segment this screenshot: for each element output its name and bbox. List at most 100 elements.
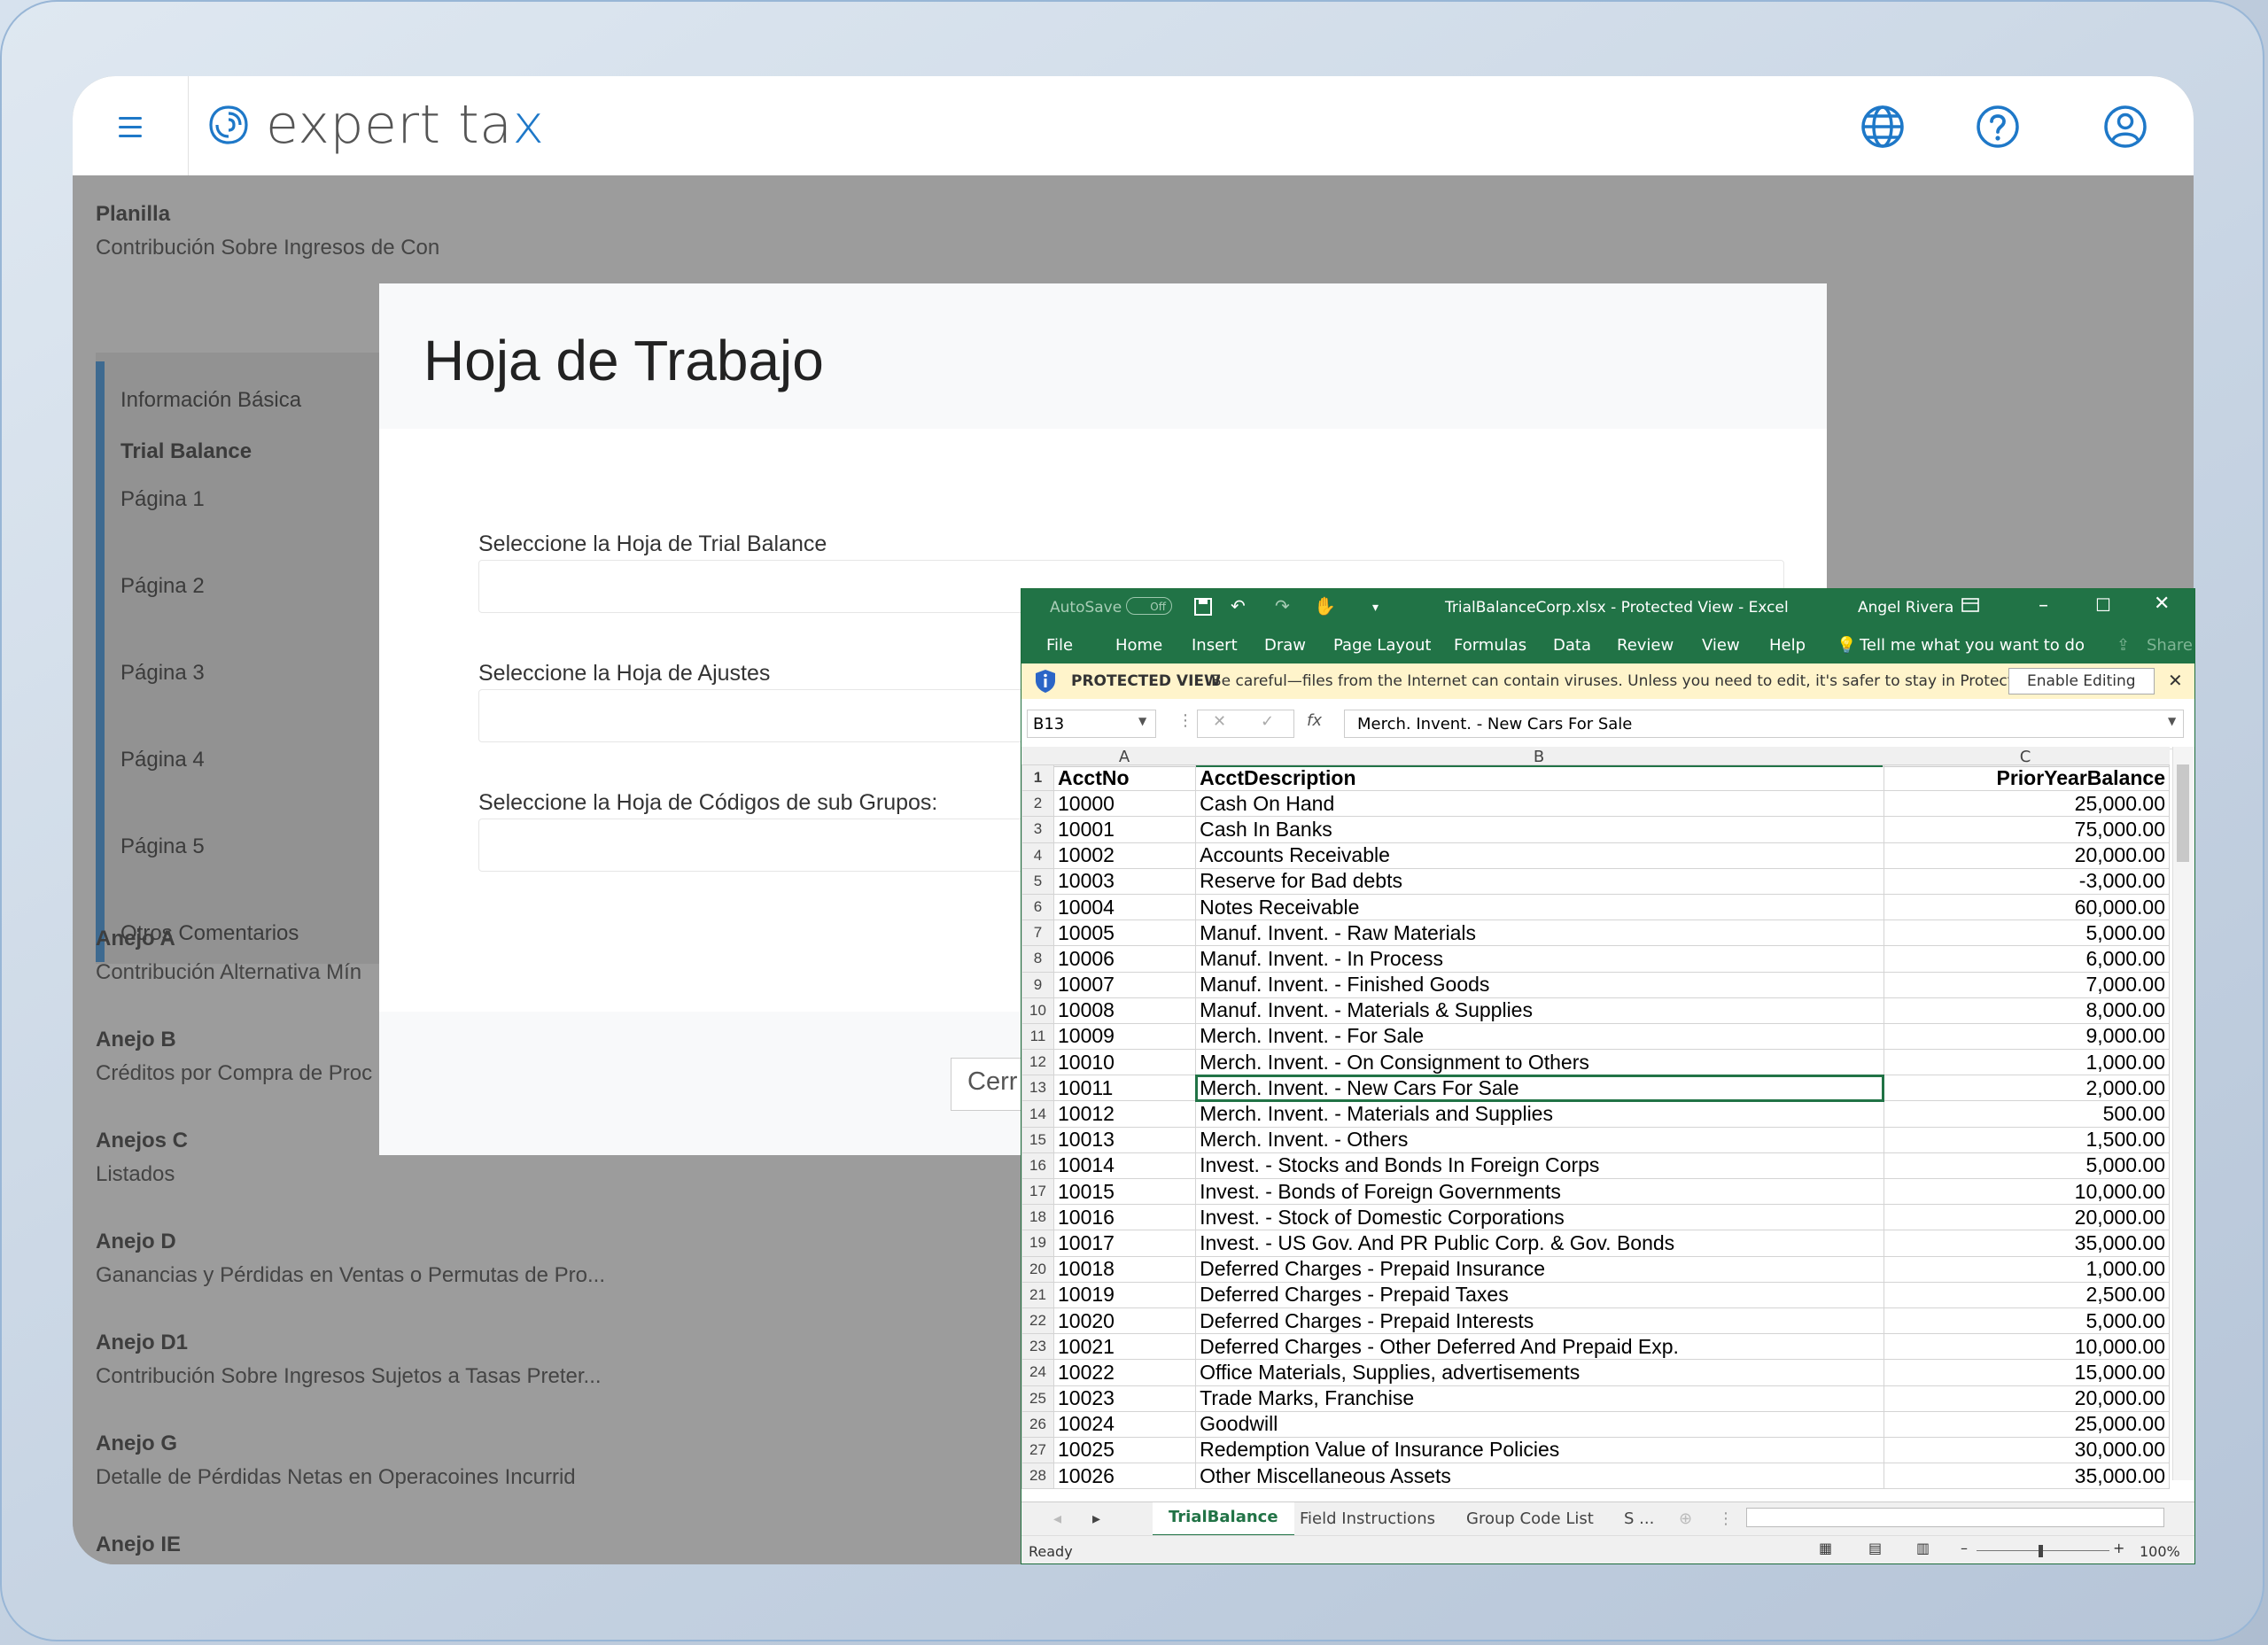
cell-acct-no[interactable]: 10014 — [1053, 1152, 1197, 1180]
enable-editing-button[interactable]: Enable Editing — [2008, 668, 2155, 694]
cell-acct-no[interactable]: 10002 — [1053, 842, 1197, 869]
row-number[interactable]: 26 — [1021, 1410, 1055, 1438]
subnav-item-pagina-2[interactable]: Página 2 — [120, 574, 205, 599]
touch-mode-icon[interactable]: ✋ — [1314, 595, 1336, 617]
cell-acct-description[interactable]: Invest. - Stock of Domestic Corporations — [1195, 1204, 1884, 1231]
tabs-options-icon[interactable]: ⋮ — [1718, 1509, 1734, 1528]
row-number[interactable]: 12 — [1021, 1049, 1055, 1076]
cell-acct-no[interactable]: 10001 — [1053, 816, 1197, 843]
row-number[interactable]: 9 — [1021, 971, 1055, 998]
row-number[interactable]: 6 — [1021, 893, 1055, 921]
cell-prior-year-balance[interactable]: -3,000.00 — [1883, 867, 2171, 895]
cell-prior-year-balance[interactable]: 15,000.00 — [1883, 1359, 2171, 1386]
name-box-dropdown-icon[interactable]: ▼ — [1138, 715, 1146, 727]
cell-acct-no[interactable]: 10019 — [1053, 1281, 1197, 1308]
subnav-item-pagina-4[interactable]: Página 4 — [120, 748, 205, 772]
cell-acct-description[interactable]: Invest. - Bonds of Foreign Governments — [1195, 1177, 1884, 1206]
cell-acct-no[interactable]: 10016 — [1053, 1204, 1197, 1231]
cell-acct-description[interactable]: Manuf. Invent. - Materials & Supplies — [1195, 997, 1884, 1024]
ribbon-tab-review[interactable]: Review — [1617, 636, 1674, 655]
customize-toolbar-icon[interactable]: ▾ — [1372, 601, 1379, 615]
cell-acct-no[interactable]: 10007 — [1053, 971, 1197, 998]
cell-acct-no[interactable]: 10013 — [1053, 1126, 1197, 1153]
row-number[interactable]: 24 — [1021, 1359, 1055, 1386]
row-number[interactable]: 4 — [1021, 842, 1055, 869]
sheet-tab-more[interactable]: S ... — [1624, 1509, 1654, 1528]
cell-acct-description[interactable]: Deferred Charges - Prepaid Taxes — [1195, 1281, 1884, 1308]
undo-icon[interactable]: ↶ — [1231, 595, 1246, 617]
zoom-in-icon[interactable]: + — [2113, 1540, 2124, 1556]
cell-prior-year-balance[interactable]: 10,000.00 — [1883, 1177, 2171, 1206]
row-number[interactable]: 18 — [1021, 1204, 1055, 1231]
cell-acct-description[interactable]: Notes Receivable — [1195, 893, 1884, 921]
ribbon-tab-page-layout[interactable]: Page Layout — [1333, 636, 1432, 655]
share-button[interactable]: Share — [2147, 636, 2193, 655]
row-number[interactable]: 19 — [1021, 1230, 1055, 1257]
ribbon-tab-data[interactable]: Data — [1553, 636, 1591, 655]
cell-acct-no[interactable]: 10008 — [1053, 997, 1197, 1024]
cell-acct-no[interactable]: 10015 — [1053, 1177, 1197, 1206]
row-number[interactable]: 13 — [1021, 1075, 1055, 1102]
user-account-icon[interactable] — [2101, 103, 2149, 151]
cell-acct-no[interactable]: 10003 — [1053, 867, 1197, 895]
cell-acct-description[interactable]: Trade Marks, Franchise — [1195, 1385, 1884, 1412]
ribbon-tab-home[interactable]: Home — [1115, 636, 1162, 655]
sidebar-section-anejo-b[interactable]: Anejo B Créditos por Compra de Proc — [96, 1028, 372, 1086]
sheet-tab-group-code-list[interactable]: Group Code List — [1466, 1509, 1594, 1528]
cell-prior-year-balance[interactable]: 35,000.00 — [1883, 1463, 2171, 1490]
maximize-icon[interactable]: ☐ — [2095, 594, 2111, 616]
cell-acct-description[interactable]: Merch. Invent. - On Consignment to Other… — [1195, 1049, 1884, 1076]
cell-acct-no[interactable]: 10022 — [1053, 1359, 1197, 1386]
ribbon-tab-view[interactable]: View — [1702, 636, 1740, 655]
cell-acct-no[interactable]: 10009 — [1053, 1022, 1197, 1051]
scroll-thumb[interactable] — [2177, 764, 2189, 862]
confirm-entry-icon[interactable]: ✓ — [1261, 712, 1274, 731]
cell-prior-year-balance[interactable]: 5,000.00 — [1883, 919, 2171, 947]
cell-acct-description[interactable]: Invest. - US Gov. And PR Public Corp. & … — [1195, 1230, 1884, 1257]
subnav-item-informacion[interactable]: Información Básica — [120, 388, 301, 413]
row-number[interactable]: 15 — [1021, 1126, 1055, 1153]
expand-formula-icon[interactable]: ▼ — [2168, 715, 2176, 727]
cell-acct-no[interactable]: 10010 — [1053, 1049, 1197, 1076]
cell-prior-year-balance[interactable]: 1,000.00 — [1883, 1049, 2171, 1076]
cell-prior-year-balance[interactable]: 8,000.00 — [1883, 997, 2171, 1024]
insert-function-icon[interactable]: fx — [1307, 711, 1322, 730]
save-icon[interactable] — [1193, 597, 1213, 621]
row-number[interactable]: 1 — [1021, 764, 1055, 792]
close-window-icon[interactable]: ✕ — [2154, 593, 2170, 615]
globe-icon[interactable] — [1859, 103, 1907, 151]
formula-options-icon[interactable]: ⋮ — [1177, 711, 1193, 730]
column-header-a[interactable]: A — [1053, 748, 1195, 766]
cell-acct-description[interactable]: Merch. Invent. - Materials and Supplies — [1195, 1100, 1884, 1128]
subnav-item-pagina-1[interactable]: Página 1 — [120, 487, 205, 512]
cell-acct-description[interactable]: Deferred Charges - Prepaid Insurance — [1195, 1255, 1884, 1283]
cell-prior-year-balance[interactable]: 7,000.00 — [1883, 971, 2171, 998]
row-number[interactable]: 8 — [1021, 945, 1055, 973]
cell-acct-description[interactable]: Cash On Hand — [1195, 790, 1884, 818]
cell-prior-year-balance[interactable]: 20,000.00 — [1883, 1204, 2171, 1231]
cell-prior-year-balance[interactable]: 75,000.00 — [1883, 816, 2171, 843]
cell-prior-year-balance[interactable]: 2,500.00 — [1883, 1281, 2171, 1308]
row-number[interactable]: 22 — [1021, 1307, 1055, 1335]
autosave-toggle[interactable]: Off — [1126, 597, 1172, 615]
row-number[interactable]: 23 — [1021, 1333, 1055, 1361]
formula-input[interactable]: Merch. Invent. - New Cars For Sale — [1344, 710, 2184, 738]
cell-prior-year-balance[interactable]: 30,000.00 — [1883, 1436, 2171, 1464]
cell-acct-description[interactable]: Goodwill — [1195, 1410, 1884, 1438]
cell-prior-year-balance[interactable]: 20,000.00 — [1883, 842, 2171, 869]
cell-prior-year-balance[interactable]: 6,000.00 — [1883, 945, 2171, 973]
subnav-item-trial-balance[interactable]: Trial Balance — [120, 439, 252, 464]
name-box[interactable]: B13 — [1027, 710, 1156, 738]
cell-acct-no[interactable]: 10020 — [1053, 1307, 1197, 1335]
ribbon-tab-formulas[interactable]: Formulas — [1454, 636, 1526, 655]
cell-acct-description[interactable]: Manuf. Invent. - Raw Materials — [1195, 919, 1884, 947]
sidebar-section-anejo-g[interactable]: Anejo G Detalle de Pérdidas Netas en Ope… — [96, 1432, 576, 1490]
sheet-tab-trialbalance[interactable]: TrialBalance — [1153, 1502, 1294, 1537]
zoom-level[interactable]: 100% — [2140, 1543, 2180, 1560]
cell-prior-year-balance[interactable]: 25,000.00 — [1883, 790, 2171, 818]
cell-acct-description[interactable]: Invest. - Stocks and Bonds In Foreign Co… — [1195, 1152, 1884, 1180]
next-sheet-icon[interactable]: ▸ — [1092, 1509, 1100, 1528]
cell-prior-year-balance[interactable]: PriorYearBalance — [1883, 764, 2171, 792]
cell-prior-year-balance[interactable]: 60,000.00 — [1883, 893, 2171, 921]
cell-acct-no[interactable]: 10012 — [1053, 1100, 1197, 1128]
